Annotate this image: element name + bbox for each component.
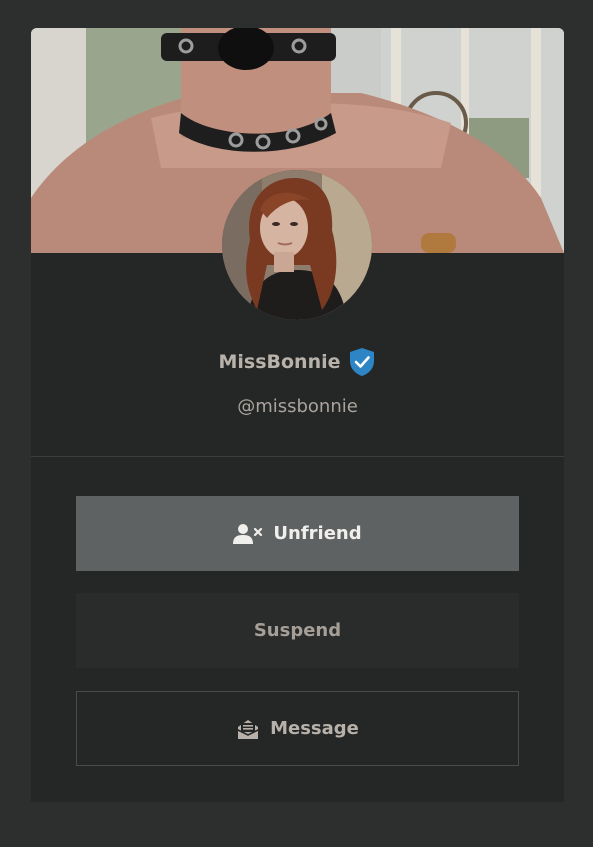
unfriend-button[interactable]: Unfriend (76, 496, 519, 571)
display-name: MissBonnie (218, 351, 341, 373)
profile-name-row: MissBonnie (31, 346, 564, 378)
message-label: Message (270, 718, 359, 739)
username-handle: @missbonnie (237, 396, 358, 417)
verified-badge-icon (347, 346, 377, 378)
suspend-label: Suspend (253, 620, 342, 641)
suspend-button[interactable]: Suspend (76, 593, 519, 668)
message-button[interactable]: Message (76, 691, 519, 766)
divider (31, 456, 564, 457)
unfriend-label: Unfriend (273, 523, 362, 544)
avatar[interactable] (222, 170, 372, 320)
profile-card: MissBonnie @missbonnie Unfriend Suspend (31, 28, 564, 802)
user-x-icon (233, 523, 263, 545)
envelope-open-icon (236, 718, 260, 740)
